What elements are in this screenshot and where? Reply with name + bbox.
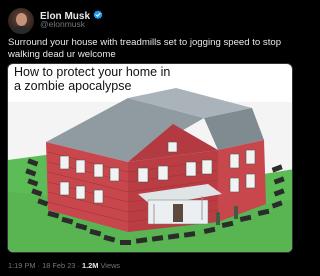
tweet-media-image[interactable]: How to protect your home in a zombie apo…: [7, 63, 293, 253]
tweet-time[interactable]: 1:19 PM: [8, 261, 36, 270]
avatar-shirt: [11, 26, 31, 34]
verified-badge-icon: [93, 7, 103, 25]
author-handle[interactable]: @elonmusk: [40, 19, 85, 29]
tweet-meta: 1:19 PM · 18 Feb 23 · 1.2M Views: [8, 261, 120, 270]
meta-separator-2: ·: [77, 261, 80, 270]
tweet-date[interactable]: 18 Feb 23: [42, 261, 75, 270]
media-title-line1: How to protect your home in: [14, 65, 171, 79]
media-title: How to protect your home in a zombie apo…: [14, 65, 170, 93]
views-count[interactable]: 1.2M: [82, 261, 98, 270]
media-title-line2: a zombie apocalypse: [14, 79, 132, 93]
views-label: Views: [100, 261, 121, 270]
meta-separator: ·: [37, 261, 41, 270]
avatar-face: [16, 13, 27, 26]
tweet-text: Surround your house with treadmills set …: [8, 37, 282, 60]
avatar[interactable]: [8, 8, 34, 34]
